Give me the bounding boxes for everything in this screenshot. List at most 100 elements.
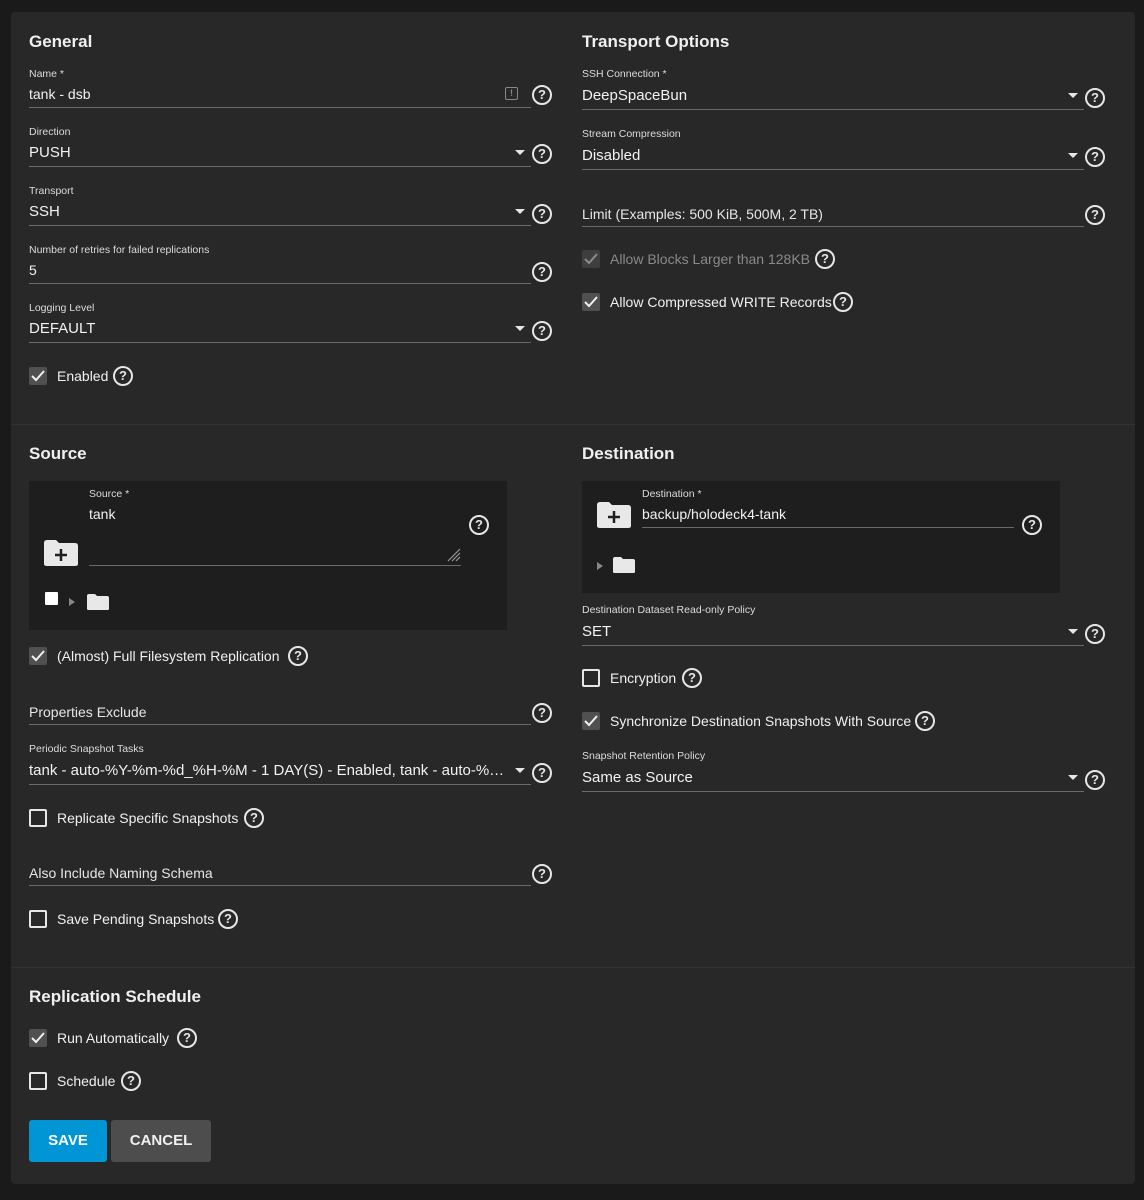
periodic-tasks-underline (29, 784, 531, 785)
full-fs-replication-label: (Almost) Full Filesystem Replication (57, 648, 280, 664)
schedule-checkbox[interactable] (29, 1072, 47, 1090)
allow-large-blocks-help-icon[interactable]: ? (815, 249, 835, 269)
direction-select[interactable]: PUSH (29, 144, 499, 161)
retries-help-icon[interactable]: ? (532, 262, 552, 282)
encryption-label: Encryption (610, 670, 677, 686)
destination-explorer: Destination * backup/holodeck4-tank ? (582, 481, 1060, 593)
direction-caret-down-icon[interactable] (515, 150, 525, 155)
replicate-specific-help-icon[interactable]: ? (244, 808, 264, 828)
enabled-checkbox[interactable] (29, 367, 47, 385)
properties-exclude-help-icon[interactable]: ? (532, 703, 552, 723)
retries-input[interactable]: 5 (29, 262, 499, 278)
section-divider-1 (11, 424, 1135, 425)
schedule-help-icon[interactable]: ? (121, 1071, 141, 1091)
full-fs-replication-checkbox[interactable] (29, 647, 47, 665)
section-title-schedule: Replication Schedule (29, 987, 201, 1006)
properties-exclude-input[interactable]: Properties Exclude (29, 704, 147, 720)
retention-caret-down-icon[interactable] (1068, 775, 1078, 780)
name-input[interactable]: tank - dsb (29, 86, 489, 102)
logging-underline (29, 342, 531, 343)
replicate-specific-checkbox[interactable] (29, 809, 47, 827)
source-help-icon[interactable]: ? (469, 515, 489, 535)
encryption-checkbox[interactable] (582, 669, 600, 687)
source-label: Source * (89, 488, 130, 500)
section-title-source: Source (29, 444, 87, 463)
enabled-help-icon[interactable]: ? (113, 366, 133, 386)
naming-schema-help-icon[interactable]: ? (532, 864, 552, 884)
properties-exclude-underline (29, 724, 531, 725)
source-input[interactable]: tank (89, 506, 409, 522)
direction-help-icon[interactable]: ? (532, 144, 552, 164)
resize-handle-icon[interactable] (443, 544, 461, 562)
transport-help-icon[interactable]: ? (532, 204, 552, 224)
retries-underline (29, 283, 531, 284)
allow-large-blocks-checkbox[interactable] (582, 250, 600, 268)
cancel-button[interactable]: CANCEL (111, 1120, 211, 1162)
transport-caret-down-icon[interactable] (515, 209, 525, 214)
naming-schema-input[interactable]: Also Include Naming Schema (29, 865, 213, 881)
expand-arrow-icon[interactable] (597, 562, 603, 570)
sync-snapshots-checkbox[interactable] (582, 712, 600, 730)
direction-underline (29, 166, 531, 167)
logging-help-icon[interactable]: ? (532, 321, 552, 341)
replicate-specific-label: Replicate Specific Snapshots (57, 810, 239, 826)
transport-label: Transport (29, 185, 74, 197)
logging-label: Logging Level (29, 302, 95, 314)
run-automatically-label: Run Automatically (57, 1030, 170, 1046)
name-underline (29, 107, 531, 108)
encryption-help-icon[interactable]: ? (682, 668, 702, 688)
stream-compression-help-icon[interactable]: ? (1085, 147, 1105, 167)
readonly-policy-help-icon[interactable]: ? (1085, 624, 1105, 644)
save-pending-help-icon[interactable]: ? (218, 909, 238, 929)
section-divider-2 (11, 967, 1135, 968)
ssh-connection-underline (582, 109, 1084, 110)
destination-input[interactable]: backup/holodeck4-tank (642, 506, 1002, 522)
folder-icon[interactable] (86, 593, 110, 611)
periodic-tasks-select[interactable]: tank - auto-%Y-%m-%d_%H-%M - 1 DAY(S) - … (29, 762, 511, 779)
ssh-connection-caret-down-icon[interactable] (1068, 93, 1078, 98)
logging-select[interactable]: DEFAULT (29, 320, 499, 337)
limit-help-icon[interactable]: ? (1085, 205, 1105, 225)
stream-compression-select[interactable]: Disabled (582, 147, 1052, 164)
full-fs-replication-help-icon[interactable]: ? (288, 646, 308, 666)
transport-underline (29, 225, 531, 226)
readonly-policy-select[interactable]: SET (582, 623, 1052, 640)
retries-label: Number of retries for failed replication… (29, 244, 210, 256)
transport-select[interactable]: SSH (29, 203, 499, 220)
allow-compressed-label: Allow Compressed WRITE Records (610, 294, 832, 310)
readonly-policy-label: Destination Dataset Read-only Policy (582, 604, 756, 616)
periodic-tasks-caret-down-icon[interactable] (515, 768, 525, 773)
retention-select[interactable]: Same as Source (582, 769, 1052, 786)
folder-plus-icon[interactable] (596, 501, 632, 529)
limit-input[interactable]: Limit (Examples: 500 KiB, 500M, 2 TB) (582, 206, 823, 222)
source-underline (89, 565, 461, 566)
save-pending-label: Save Pending Snapshots (57, 911, 215, 927)
limit-underline (582, 226, 1084, 227)
sync-snapshots-help-icon[interactable]: ? (915, 711, 935, 731)
stream-compression-label: Stream Compression (582, 128, 681, 140)
readonly-policy-caret-down-icon[interactable] (1068, 629, 1078, 634)
allow-compressed-checkbox[interactable] (582, 293, 600, 311)
expand-arrow-icon[interactable] (69, 598, 75, 606)
destination-help-icon[interactable]: ? (1022, 515, 1042, 535)
run-automatically-help-icon[interactable]: ? (177, 1028, 197, 1048)
logging-caret-down-icon[interactable] (515, 326, 525, 331)
stream-compression-underline (582, 169, 1084, 170)
name-help-icon[interactable]: ? (532, 85, 552, 105)
save-pending-checkbox[interactable] (29, 910, 47, 928)
allow-compressed-help-icon[interactable]: ? (833, 292, 853, 312)
periodic-tasks-help-icon[interactable]: ? (532, 763, 552, 783)
password-manager-icon[interactable]: ! (505, 87, 518, 100)
section-title-general: General (29, 32, 93, 51)
folder-icon[interactable] (612, 556, 636, 574)
readonly-policy-underline (582, 645, 1084, 646)
section-title-destination: Destination (582, 444, 675, 463)
retention-help-icon[interactable]: ? (1085, 770, 1105, 790)
run-automatically-checkbox[interactable] (29, 1029, 47, 1047)
stream-compression-caret-down-icon[interactable] (1068, 153, 1078, 158)
folder-plus-icon[interactable] (43, 539, 79, 567)
ssh-connection-select[interactable]: DeepSpaceBun (582, 87, 1052, 104)
save-button[interactable]: SAVE (29, 1120, 107, 1162)
ssh-connection-help-icon[interactable]: ? (1085, 88, 1105, 108)
source-tree-checkbox[interactable] (45, 592, 58, 605)
